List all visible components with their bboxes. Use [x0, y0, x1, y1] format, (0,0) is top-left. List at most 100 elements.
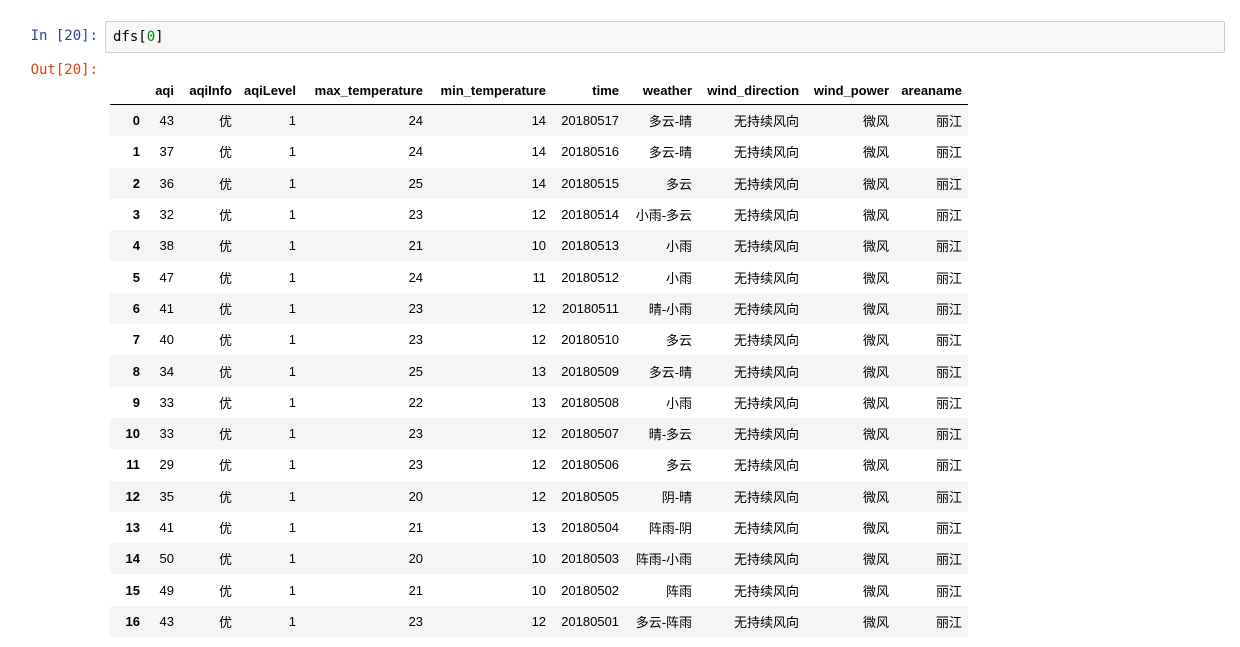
cell-aqi: 47: [159, 269, 174, 285]
cell-aqilevel: 1: [288, 207, 297, 223]
cell-aqi: 32: [159, 207, 174, 223]
row-index: 2: [132, 175, 140, 191]
row-index: 5: [132, 269, 140, 285]
cell-max-temperature: 21: [408, 520, 424, 535]
cell-weather: 小雨: [666, 239, 693, 255]
cell-wind-direction: 无持续风向: [734, 364, 800, 380]
cell-time: 20180511: [562, 300, 620, 316]
cell-aqilevel: 1: [288, 332, 297, 348]
cell-aqiinfo: 优: [218, 364, 232, 380]
cell-weather: 多云: [666, 333, 693, 349]
row-index: 10: [125, 426, 140, 442]
cell-time: 20180503: [561, 551, 620, 567]
cell-max-temperature: 21: [408, 582, 424, 598]
cell-max-temperature: 23: [408, 457, 424, 473]
cell-aqi: 38: [159, 238, 174, 254]
column-header-time: time: [552, 76, 626, 105]
cell-wind-direction: 无持续风向: [734, 489, 800, 505]
cell-time: 20180502: [561, 582, 620, 598]
cell-wind-direction: 无持续风向: [734, 270, 800, 286]
cell-min-temperature: 13: [531, 520, 547, 535]
cell-aqilevel: 1: [288, 269, 297, 285]
cell-aqi: 33: [159, 426, 174, 442]
cell-min-temperature: 12: [531, 426, 547, 442]
cell-wind-direction: 无持续风向: [734, 333, 800, 349]
table-row: 11 29 优 1 23 12 20180506 多云 无持续风向 微风 丽江: [110, 449, 968, 480]
cell-min-temperature: 11: [532, 269, 547, 285]
cell-aqi: 40: [159, 332, 174, 348]
table-body: 0 43 优 1 24 14 20180517 多云-晴 无持续风向 微风 丽江 1 37 优 1 24 14 2…: [110, 104, 969, 638]
cell-max-temperature: 22: [408, 394, 424, 410]
cell-weather: 多云-晴: [648, 145, 693, 161]
cell-min-temperature: 12: [531, 207, 547, 223]
cell-aqi: 43: [159, 113, 174, 129]
cell-max-temperature: 23: [408, 300, 424, 316]
cell-wind-power: 微风: [863, 489, 890, 505]
cell-wind-direction: 无持续风向: [734, 614, 800, 630]
row-index: 11: [126, 457, 140, 473]
cell-wind-direction: 无持续风向: [734, 176, 800, 192]
column-header-wind-direction: wind_direction: [698, 76, 806, 105]
cell-aqiinfo: 优: [218, 333, 232, 349]
row-index: 1: [132, 144, 140, 160]
cell-aqiinfo: 优: [218, 208, 232, 224]
cell-time: 20180501: [561, 613, 620, 629]
cell-areaname: 丽江: [936, 364, 963, 380]
cell-wind-power: 微风: [863, 114, 890, 130]
cell-wind-direction: 无持续风向: [734, 521, 800, 536]
cell-min-temperature: 14: [531, 144, 547, 160]
cell-min-temperature: 13: [531, 363, 547, 379]
cell-max-temperature: 21: [408, 238, 424, 254]
row-index: 14: [125, 551, 140, 567]
cell-aqilevel: 1: [288, 582, 297, 598]
cell-aqilevel: 1: [288, 175, 297, 191]
cell-min-temperature: 14: [531, 175, 547, 191]
cell-max-temperature: 24: [408, 269, 424, 285]
cell-areaname: 丽江: [936, 239, 963, 255]
row-index: 12: [125, 488, 140, 504]
cell-aqi: 36: [159, 175, 174, 191]
table-row: 2 36 优 1 25 14 20180515 多云 无持续风向 微风 丽江: [110, 167, 969, 199]
cell-aqi: 50: [159, 551, 174, 567]
row-index: 7: [132, 332, 140, 348]
cell-aqilevel: 1: [288, 426, 297, 442]
cell-aqilevel: 1: [288, 113, 297, 129]
cell-max-temperature: 23: [408, 207, 424, 223]
cell-aqi: 49: [159, 582, 174, 598]
column-header-wind-power: wind_power: [805, 76, 896, 105]
cell-time: 20180513: [561, 238, 620, 254]
table-row: 7 40 优 1 23 12 20180510 多云 无持续风向 微风 丽江: [110, 324, 968, 355]
cell-aqi: 41: [159, 520, 174, 535]
output-area: aqi aqiInfo aqiLevel max_temperature min…: [110, 76, 969, 638]
cell-aqiinfo: 优: [218, 489, 232, 505]
cell-areaname: 丽江: [936, 614, 963, 630]
column-header-areaname: areaname: [895, 76, 969, 105]
cell-max-temperature: 25: [408, 175, 424, 191]
cell-weather: 多云-晴: [648, 114, 693, 130]
dataframe-table: aqi aqiInfo aqiLevel max_temperature min…: [110, 76, 969, 638]
cell-time: 20180510: [561, 332, 620, 348]
cell-wind-direction: 无持续风向: [734, 239, 800, 255]
cell-weather: 晴-多云: [648, 427, 693, 443]
cell-aqi: 34: [159, 363, 174, 379]
output-prompt: Out[20]:: [30, 62, 98, 78]
cell-wind-power: 微风: [863, 301, 890, 317]
code-input-cell[interactable]: dfs[0]: [105, 21, 1225, 53]
cell-aqiinfo: 优: [218, 239, 232, 255]
cell-weather: 多云-晴: [648, 364, 693, 380]
cell-time: 20180505: [561, 488, 620, 504]
cell-weather: 多云: [666, 176, 693, 192]
cell-weather: 多云-阵雨: [635, 614, 693, 630]
cell-aqilevel: 1: [288, 363, 297, 379]
cell-wind-direction: 无持续风向: [734, 583, 800, 599]
cell-weather: 小雨-多云: [635, 208, 693, 224]
cell-aqilevel: 1: [288, 300, 297, 316]
cell-areaname: 丽江: [936, 145, 963, 161]
cell-max-temperature: 24: [408, 144, 424, 160]
table-row: 13 41 优 1 21 13 20180504 阵雨-阴 无持续风向 微风 丽江: [110, 512, 968, 543]
input-prompt: In [20]:: [30, 28, 98, 44]
cell-weather: 阵雨-阴: [648, 521, 693, 536]
cell-wind-power: 微风: [863, 614, 890, 630]
cell-wind-power: 微风: [863, 333, 890, 349]
cell-areaname: 丽江: [936, 521, 963, 536]
